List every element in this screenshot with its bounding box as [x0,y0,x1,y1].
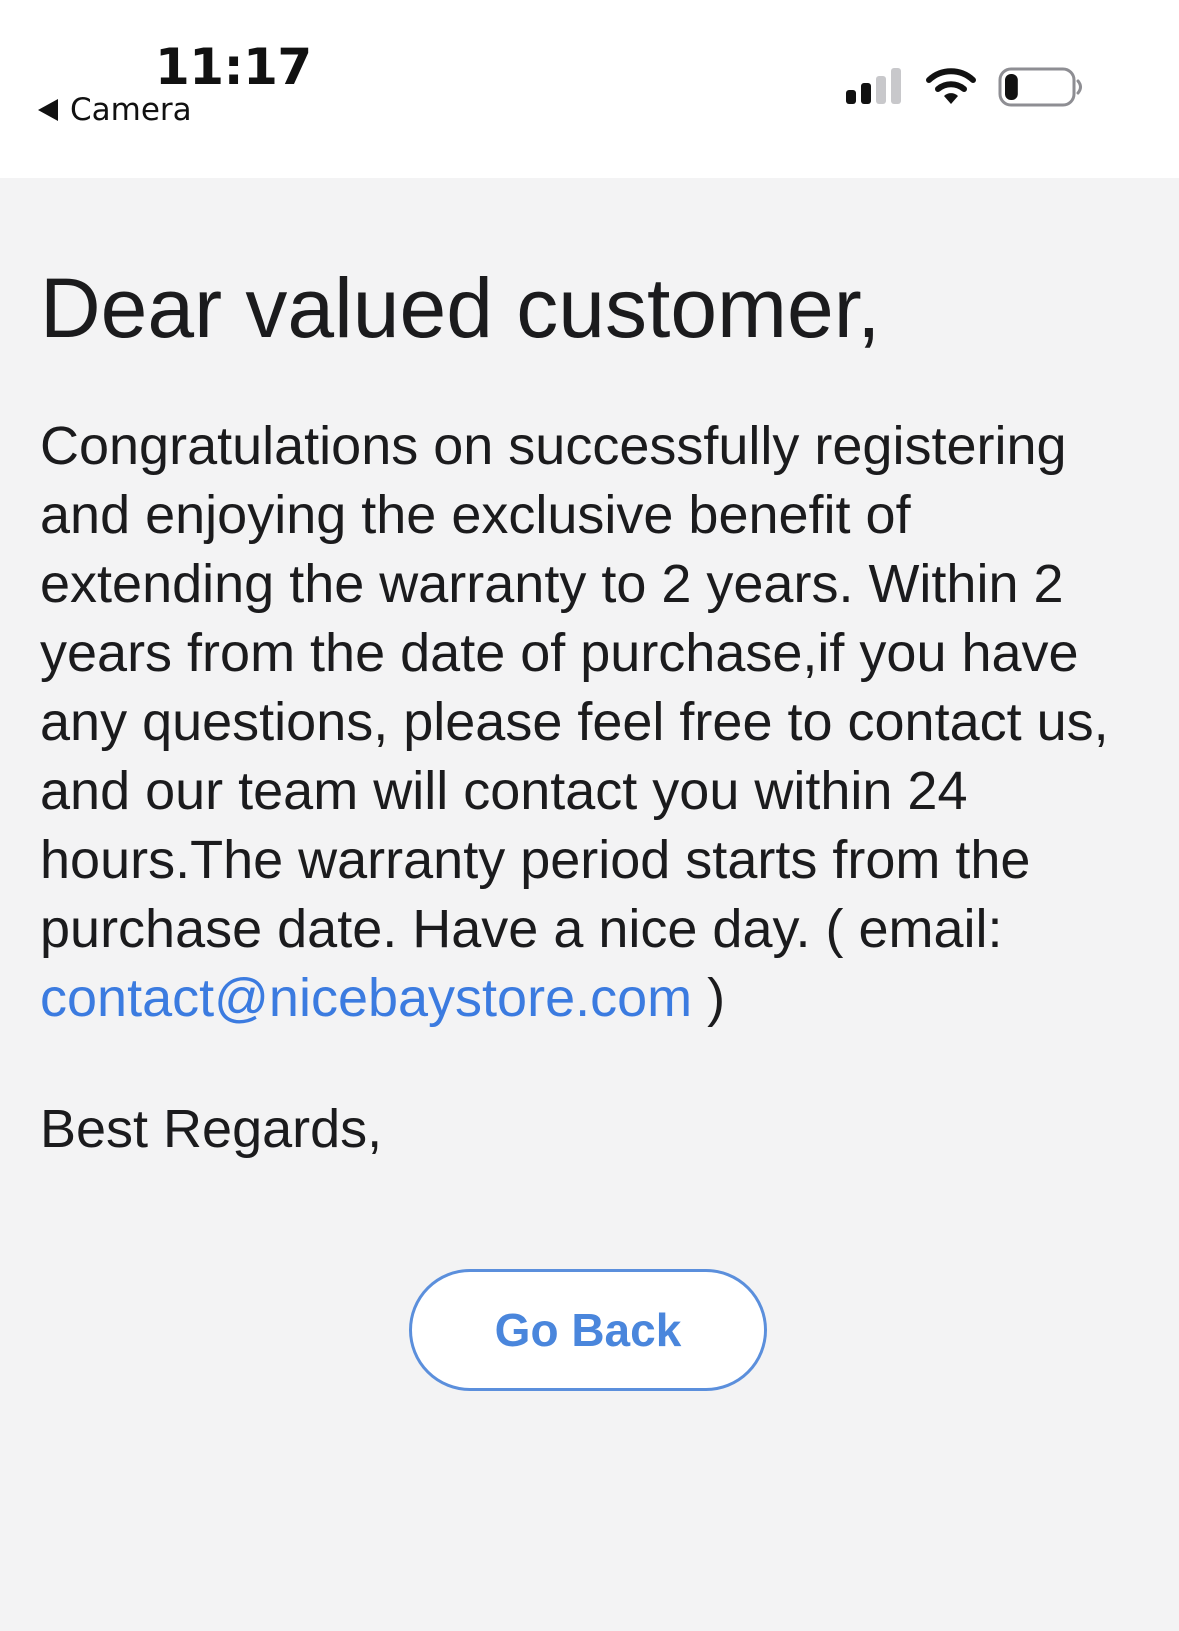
back-app-label: Camera [70,92,192,128]
greeting-heading: Dear valued customer, [40,261,881,355]
email-link[interactable]: contact@nicebaystore.com [40,968,692,1028]
message-body-end: ) [692,968,726,1028]
wifi-icon [926,68,976,104]
back-arrow-icon [38,99,58,121]
signoff-text: Best Regards, [40,1099,383,1159]
cellular-signal-icon [846,68,901,104]
go-back-button[interactable]: Go Back [409,1269,767,1391]
battery-icon [998,67,1082,107]
message-body-text: Congratulations on successfully register… [40,416,1109,959]
back-to-app-link[interactable]: Camera [38,92,192,128]
battery-level-fill [1005,74,1018,100]
message-content: Dear valued customer, Congratulations on… [40,258,1150,1164]
status-bar: 11:17 Camera [0,0,1179,178]
message-body: Congratulations on successfully register… [40,412,1145,1033]
status-time: 11:17 [155,38,312,96]
